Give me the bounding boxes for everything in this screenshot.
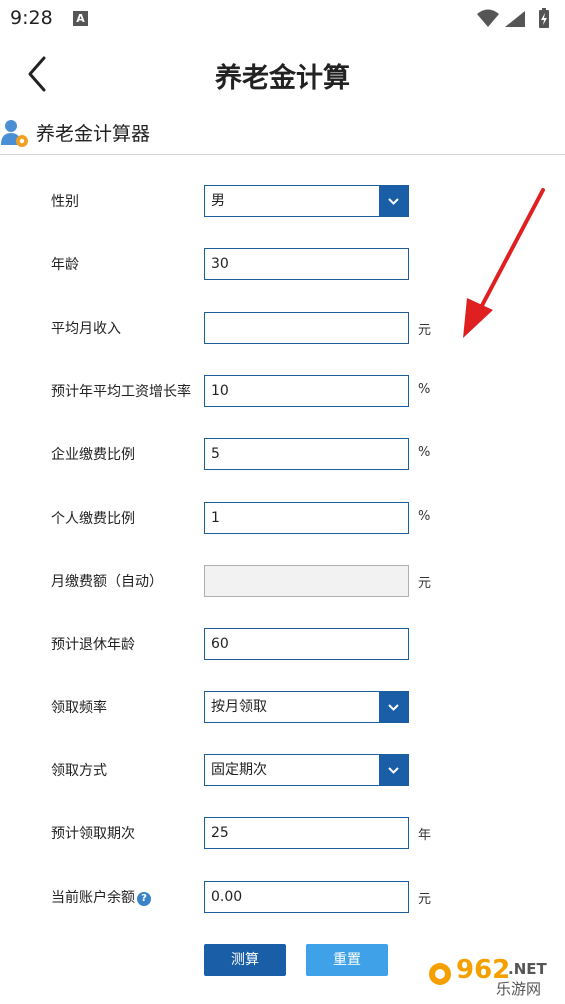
company-rate-label: 企业缴费比例 xyxy=(51,447,135,463)
svg-text:.NET: .NET xyxy=(508,960,547,978)
avg-income-label: 平均月收入 xyxy=(51,321,121,337)
wage-growth-row: 预计年平均工资增长率 % xyxy=(0,375,565,409)
claim-periods-unit: 年 xyxy=(418,828,432,843)
claim-frequency-label: 领取频率 xyxy=(51,700,107,716)
age-label: 年龄 xyxy=(51,257,79,273)
claim-frequency-select[interactable]: 按月领取 xyxy=(204,691,409,723)
help-icon[interactable]: ? xyxy=(137,892,151,906)
status-bar: 9:28 A xyxy=(0,0,565,38)
calculate-button[interactable]: 测算 xyxy=(204,944,286,976)
wage-growth-label: 预计年平均工资增长率 xyxy=(51,384,191,400)
claim-method-row: 领取方式 固定期次 xyxy=(0,754,565,788)
claim-periods-label: 预计领取期次 xyxy=(51,826,135,842)
status-icons xyxy=(475,8,555,34)
svg-text:乐游网: 乐游网 xyxy=(496,980,541,998)
account-balance-row: 当前账户余额? 元 xyxy=(0,881,565,915)
gender-label: 性别 xyxy=(51,194,79,210)
section-title: 养老金计算器 xyxy=(36,123,151,145)
chevron-down-icon xyxy=(379,755,408,785)
page-title: 养老金计算 xyxy=(215,63,350,94)
gender-select[interactable]: 男 xyxy=(204,185,409,217)
account-balance-unit: 元 xyxy=(418,892,432,907)
avg-income-input[interactable] xyxy=(204,312,409,344)
status-time: 9:28 xyxy=(10,7,53,29)
gender-value: 男 xyxy=(211,193,225,209)
company-rate-unit: % xyxy=(418,445,431,460)
watermark-logo: 962 .NET 乐游网 xyxy=(426,948,560,998)
chevron-down-icon xyxy=(379,692,408,722)
signal-icon xyxy=(505,11,525,27)
reset-button[interactable]: 重置 xyxy=(306,944,388,976)
account-balance-label: 当前账户余额 xyxy=(51,890,135,906)
personal-rate-label: 个人缴费比例 xyxy=(51,511,135,527)
monthly-contribution-unit: 元 xyxy=(418,576,432,591)
claim-periods-input[interactable] xyxy=(204,817,409,849)
account-balance-input[interactable] xyxy=(204,881,409,913)
section-header: 养老金计算器 xyxy=(0,112,565,155)
claim-method-value: 固定期次 xyxy=(211,762,267,778)
company-rate-input[interactable] xyxy=(204,438,409,470)
age-input[interactable] xyxy=(204,248,409,280)
wifi-icon xyxy=(477,9,499,27)
annotation-arrow xyxy=(463,188,545,338)
company-rate-row: 企业缴费比例 % xyxy=(0,438,565,472)
app-bar: 养老金计算 xyxy=(0,38,565,110)
monthly-contribution-label: 月缴费额（自动） xyxy=(51,574,163,590)
retirement-age-label: 预计退休年龄 xyxy=(51,637,135,653)
claim-method-select[interactable]: 固定期次 xyxy=(204,754,409,786)
claim-frequency-row: 领取频率 按月领取 xyxy=(0,691,565,725)
avg-income-unit: 元 xyxy=(418,323,432,338)
notification-icon: A xyxy=(73,11,88,26)
chevron-down-icon xyxy=(379,186,408,216)
wage-growth-input[interactable] xyxy=(204,375,409,407)
battery-icon xyxy=(539,8,549,28)
claim-method-label: 领取方式 xyxy=(51,763,107,779)
claim-frequency-value: 按月领取 xyxy=(211,699,267,715)
user-gear-icon xyxy=(0,117,30,153)
personal-rate-unit: % xyxy=(418,509,431,524)
retirement-age-input[interactable] xyxy=(204,628,409,660)
personal-rate-row: 个人缴费比例 % xyxy=(0,502,565,536)
retirement-age-row: 预计退休年龄 xyxy=(0,628,565,662)
claim-periods-row: 预计领取期次 年 xyxy=(0,817,565,851)
personal-rate-input[interactable] xyxy=(204,502,409,534)
monthly-contribution-input xyxy=(204,565,409,597)
account-balance-label-wrap: 当前账户余额? xyxy=(51,887,151,907)
monthly-contribution-row: 月缴费额（自动） 元 xyxy=(0,565,565,599)
wage-growth-unit: % xyxy=(418,382,431,397)
